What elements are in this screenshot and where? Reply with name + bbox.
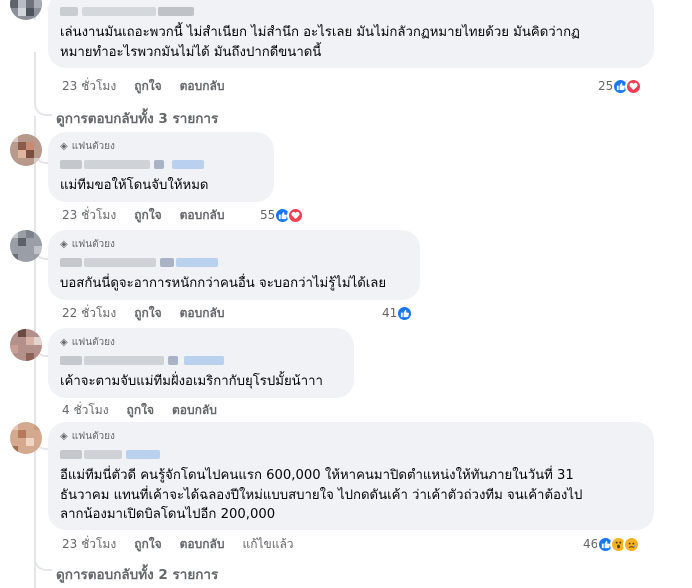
reaction-summary[interactable]: 41: [382, 304, 414, 322]
reply-button[interactable]: ตอบกลับ: [180, 77, 225, 96]
reply-connector: [34, 545, 52, 571]
comment-actions: 22 ชั่วโมง ถูกใจ ตอบกลับ: [62, 304, 242, 322]
diamond-icon: ◈: [60, 337, 68, 348]
comment-text: เล่นงานมันเถอะพวกนี้ ไม่สำเนียก ไม่สำนึก…: [60, 25, 580, 60]
diamond-icon: ◈: [60, 431, 68, 442]
reaction-count: 25: [598, 79, 614, 93]
like-button[interactable]: ถูกใจ: [127, 401, 154, 420]
comment-text: บอสกันนี่ดูจะอาการหนักกว่าคนอื่น จะบอกว่…: [60, 276, 387, 291]
like-button[interactable]: ถูกใจ: [134, 206, 161, 225]
commenter-name-redacted[interactable]: [60, 445, 642, 463]
comment-time[interactable]: 23 ชั่วโมง: [62, 535, 116, 554]
reaction-summary[interactable]: 25: [598, 77, 643, 95]
comment-bubble: ◈ แฟนตัวยง บอสกันนี่ดูจะอาการหนักกว่าคนอ…: [48, 230, 420, 300]
avatar[interactable]: [10, 422, 42, 454]
comment-time[interactable]: 23 ชั่วโมง: [62, 206, 116, 225]
reply-button[interactable]: ตอบกลับ: [180, 535, 225, 554]
love-icon: [287, 206, 305, 224]
comment-bubble: ◈ แฟนตัวยง อีแม่ทีมนี่ตัวดี คนรู้จักโดนไ…: [48, 422, 654, 530]
comment-time[interactable]: 4 ชั่วโมง: [62, 401, 109, 420]
top-fan-badge: ◈ แฟนตัวยง: [60, 336, 342, 349]
love-icon: [625, 77, 643, 95]
commenter-name-redacted[interactable]: [60, 2, 642, 20]
comment-text: เค้าจะตามจับแม่ทีมฝั่งอเมริกากับยุโรปมั้…: [60, 374, 323, 389]
reaction-count: 46: [583, 537, 599, 551]
comment-actions: 23 ชั่วโมง ถูกใจ ตอบกลับ แก้ไขแล้ว: [62, 535, 312, 553]
like-button[interactable]: ถูกใจ: [134, 304, 161, 323]
badge-label: แฟนตัวยง: [71, 337, 115, 348]
commenter-name-redacted[interactable]: [60, 155, 262, 173]
avatar[interactable]: [10, 230, 42, 262]
diamond-icon: ◈: [60, 239, 68, 250]
comment-actions: 23 ชั่วโมง ถูกใจ ตอบกลับ: [62, 206, 242, 224]
view-replies-label: ดูการตอบกลับทั้ง 2 รายการ: [56, 567, 219, 583]
top-fan-badge: ◈ แฟนตัวยง: [60, 238, 408, 251]
reaction-summary[interactable]: 55: [260, 206, 305, 224]
reaction-count: 41: [382, 306, 398, 320]
comment-time[interactable]: 23 ชั่วโมง: [62, 77, 116, 96]
avatar[interactable]: [10, 0, 42, 20]
view-replies-link[interactable]: ดูการตอบกลับทั้ง 2 รายการ: [56, 563, 218, 585]
avatar[interactable]: [10, 329, 42, 361]
reply-button[interactable]: ตอบกลับ: [172, 401, 217, 420]
avatar[interactable]: [10, 134, 42, 166]
sad-icon: [623, 535, 641, 553]
comment-text: อีแม่ทีมนี่ตัวดี คนรู้จักโดนไปคนแรก 600,…: [60, 468, 583, 522]
badge-label: แฟนตัวยง: [71, 239, 115, 250]
like-button[interactable]: ถูกใจ: [134, 535, 161, 554]
top-fan-badge: ◈ แฟนตัวยง: [60, 430, 642, 443]
reaction-count: 55: [260, 208, 276, 222]
badge-label: แฟนตัวยง: [71, 141, 115, 152]
like-icon: [396, 304, 414, 322]
edited-label[interactable]: แก้ไขแล้ว: [242, 535, 293, 554]
reaction-summary[interactable]: 46: [583, 535, 641, 553]
diamond-icon: ◈: [60, 141, 68, 152]
commenter-name-redacted[interactable]: [60, 253, 408, 271]
view-replies-link[interactable]: ดูการตอบกลับทั้ง 3 รายการ: [56, 107, 218, 129]
like-button[interactable]: ถูกใจ: [134, 77, 161, 96]
comment-actions: 4 ชั่วโมง ถูกใจ ตอบกลับ: [62, 401, 235, 419]
view-replies-label: ดูการตอบกลับทั้ง 3 รายการ: [56, 111, 219, 127]
comment-bubble: ◈ แฟนตัวยง เค้าจะตามจับแม่ทีมฝั่งอเมริกา…: [48, 328, 354, 398]
reply-connector: [34, 90, 52, 116]
comment-bubble: ◈ แฟนตัวยง แม่ทีมขอให้โดนจับให้หมด: [48, 132, 274, 202]
comment-actions: 23 ชั่วโมง ถูกใจ ตอบกลับ: [62, 77, 242, 95]
comment-text: แม่ทีมขอให้โดนจับให้หมด: [60, 178, 209, 193]
comment-time[interactable]: 22 ชั่วโมง: [62, 304, 116, 323]
commenter-name-redacted[interactable]: [60, 351, 342, 369]
comment-bubble: เล่นงานมันเถอะพวกนี้ ไม่สำเนียก ไม่สำนึก…: [48, 0, 654, 68]
badge-label: แฟนตัวยง: [71, 431, 115, 442]
reply-button[interactable]: ตอบกลับ: [180, 206, 225, 225]
top-fan-badge: ◈ แฟนตัวยง: [60, 140, 262, 153]
reply-button[interactable]: ตอบกลับ: [180, 304, 225, 323]
